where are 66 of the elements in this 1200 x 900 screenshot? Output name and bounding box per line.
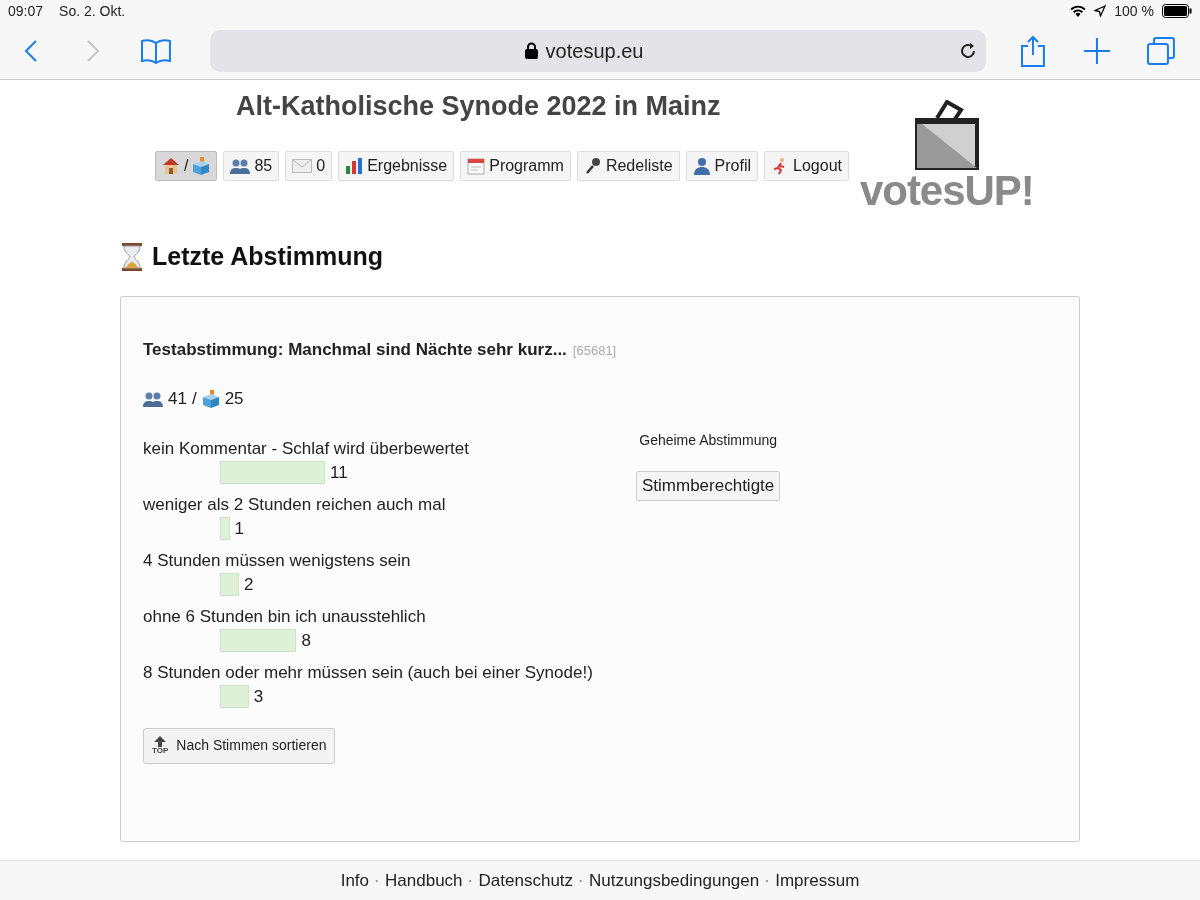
clock: 09:07: [8, 1, 44, 21]
location-icon: [1094, 5, 1107, 17]
separator: /: [191, 388, 197, 410]
wifi-icon: [1070, 5, 1087, 17]
share-icon[interactable]: [1020, 34, 1047, 67]
footer-link[interactable]: Nutzungsbedingungen: [589, 867, 760, 894]
vote-bar: [220, 573, 240, 596]
bar-chart-icon: [345, 156, 364, 175]
people-icon: [230, 157, 251, 174]
people-icon: [143, 390, 163, 407]
option-label: 4 Stunden müssen wenigstens sein: [143, 549, 412, 572]
sort-button[interactable]: TOP Nach Stimmen sortieren: [143, 727, 336, 764]
dot-separator: ·: [375, 872, 380, 890]
nav-button[interactable]: Logout: [764, 150, 849, 181]
battery-percent: 100 %: [1114, 1, 1154, 21]
footer-link[interactable]: Handbuch: [385, 867, 463, 894]
tabs-icon[interactable]: [1146, 35, 1176, 66]
option-label: 8 Stunden oder mehr müssen sein (auch bei einer Synode!): [143, 661, 594, 684]
vote-count: 3: [253, 685, 264, 708]
option-label: ohne 6 Stunden bin ich unausstehlich: [143, 605, 427, 628]
footer-link[interactable]: Datenschutz: [478, 867, 574, 894]
eligible-voters-button[interactable]: Stimmberechtigte: [636, 470, 781, 501]
option-label: weniger als 2 Stunden reichen auch mal: [143, 493, 447, 516]
plus-icon[interactable]: [1084, 37, 1111, 64]
vote-count: 1: [234, 517, 244, 540]
secret-vote-label: Geheime Abstimmung: [639, 430, 777, 450]
dot-separator: ·: [579, 872, 584, 890]
vote-bar: [220, 685, 249, 708]
option-label: kein Kommentar - Schlaf wird überbewertet: [143, 437, 470, 460]
microphone-icon: [583, 156, 602, 175]
footer-link[interactable]: Impressum: [775, 867, 860, 894]
ballot-box-icon: [192, 156, 211, 175]
vote-count: 2: [244, 573, 254, 596]
nav-button[interactable]: Ergebnisse: [338, 150, 455, 181]
section-heading: Letzte Abstimmung: [152, 241, 384, 272]
vote-count: 8: [301, 629, 311, 652]
nav-button[interactable]: 0: [285, 150, 333, 181]
vote-count: 11: [330, 461, 348, 484]
calendar-icon: [467, 156, 486, 175]
url-text: votesup.eu: [545, 38, 644, 64]
home-nav-button[interactable]: /: [155, 150, 218, 181]
nav-button[interactable]: Programm: [460, 150, 571, 181]
lock-icon: [524, 42, 538, 59]
dot-separator: ·: [765, 872, 770, 890]
address-bar[interactable]: votesup.eu: [209, 29, 987, 72]
poll-question: Testabstimmung: Manchmal sind Nächte sehr kurz...: [143, 338, 567, 361]
nav-button[interactable]: Redeliste: [576, 150, 680, 181]
poll-id: [65681]: [572, 341, 617, 360]
site-title: Alt-Katholische Synode 2022 in Mainz: [236, 90, 721, 123]
back-icon[interactable]: [24, 38, 38, 63]
voter-count: 41: [168, 388, 187, 410]
ballot-count: 25: [224, 388, 244, 410]
nav-button[interactable]: Profil: [685, 150, 759, 181]
nav-button[interactable]: 85: [223, 150, 280, 181]
hourglass-icon: [120, 242, 144, 271]
house-icon: [162, 156, 180, 175]
footer-link[interactable]: Info: [340, 867, 370, 894]
envelope-icon: [292, 158, 313, 173]
ballot-box-icon: [201, 389, 220, 408]
battery-icon: [1162, 4, 1192, 18]
book-icon[interactable]: [139, 37, 172, 64]
vote-bar: [220, 517, 230, 540]
person-icon: [692, 156, 711, 175]
logo-text: votesUP!: [860, 170, 1034, 212]
dot-separator: ·: [468, 872, 473, 890]
date: So. 2. Okt.: [59, 1, 126, 21]
